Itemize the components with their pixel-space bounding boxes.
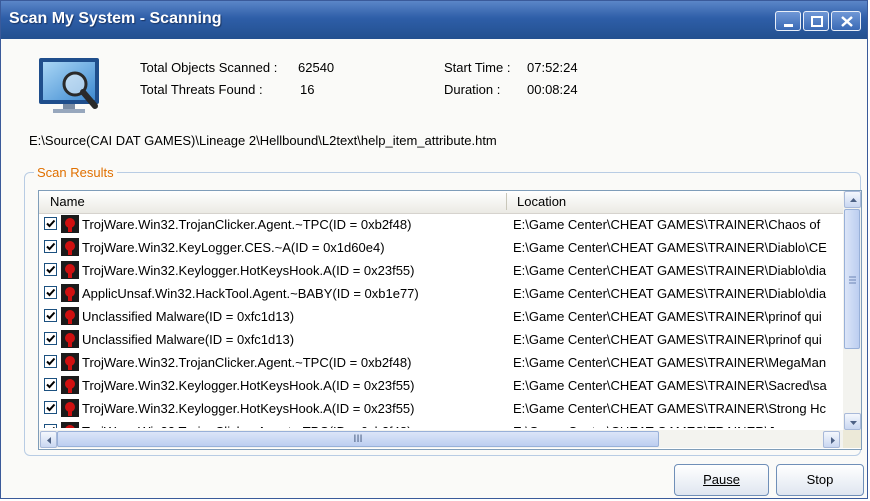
scan-results-list[interactable]: Name Location TrojWare.Win32.TrojanClick… bbox=[38, 190, 862, 450]
checkbox-checked-icon[interactable] bbox=[44, 309, 57, 322]
list-rows: TrojWare.Win32.TrojanClicker.Agent.~TPC(… bbox=[39, 213, 843, 428]
threat-icon bbox=[61, 422, 79, 428]
threat-location: E:\Game Center\CHEAT GAMES\TRAINER\Diabl… bbox=[513, 263, 827, 278]
threat-location: E:\Game Center\CHEAT GAMES\TRAINER\Diabl… bbox=[513, 240, 827, 255]
threat-icon bbox=[61, 215, 79, 233]
list-item[interactable]: TrojWare.Win32.TrojanClicker.Agent.~TPC(… bbox=[39, 420, 843, 428]
list-item[interactable]: TrojWare.Win32.TrojanClicker.Agent.~TPC(… bbox=[39, 351, 843, 374]
checkbox-checked-icon[interactable] bbox=[44, 378, 57, 391]
arrow-right-icon bbox=[831, 437, 835, 444]
window-controls bbox=[775, 11, 861, 31]
threat-location: E:\Game Center\CHEAT GAMES\TRAINER\prino… bbox=[513, 332, 822, 347]
threat-location: E:\Game Center\CHEAT GAMES\TRAINER\Stron… bbox=[513, 401, 827, 416]
objects-scanned-value: 62540 bbox=[298, 60, 335, 75]
list-item[interactable]: Unclassified Malware(ID = 0xfc1d13) E:\Ga… bbox=[39, 305, 843, 328]
threat-icon bbox=[61, 353, 79, 371]
threat-location: E:\Game Center\CHEAT GAMES\TRAINER\Sacre… bbox=[513, 378, 827, 393]
arrow-down-icon bbox=[850, 421, 857, 425]
threat-icon bbox=[61, 330, 79, 348]
start-time-label: Start Time : bbox=[444, 60, 511, 75]
checkbox-checked-icon[interactable] bbox=[44, 401, 57, 414]
vertical-scrollbar[interactable] bbox=[843, 191, 861, 430]
stop-button-label: Stop bbox=[806, 472, 834, 487]
current-scan-path: E:\Source(CAI DAT GAMES)\Lineage 2\Hellb… bbox=[29, 133, 497, 148]
list-item[interactable]: TrojWare.Win32.Keylogger.HotKeysHook.A(I… bbox=[39, 397, 843, 420]
maximize-button[interactable] bbox=[803, 11, 829, 31]
threat-location: E:\Game Center\CHEAT GAMES\TRAINER\MegaM… bbox=[513, 355, 827, 370]
list-item[interactable]: TrojWare.Win32.Keylogger.HotKeysHook.A(I… bbox=[39, 259, 843, 282]
horizontal-scroll-thumb[interactable]: III bbox=[57, 431, 659, 447]
threat-icon bbox=[61, 399, 79, 417]
threat-name: TrojWare.Win32.KeyLogger.CES.~A(ID = 0x1… bbox=[82, 240, 385, 255]
monitor-magnifier-icon bbox=[39, 58, 99, 113]
scroll-up-button[interactable] bbox=[844, 191, 861, 208]
threat-location: E:\Game Center\CHEAT GAMES\TRAINER\prino… bbox=[513, 309, 822, 324]
threat-name: TrojWare.Win32.Keylogger.HotKeysHook.A(I… bbox=[82, 378, 415, 393]
arrow-left-icon bbox=[47, 437, 51, 444]
threat-location: E:\Game Center\CHEAT GAMES\TRAINER\Chaos… bbox=[513, 217, 821, 232]
threat-name: TrojWare.Win32.Keylogger.HotKeysHook.A(I… bbox=[82, 401, 415, 416]
threat-name: TrojWare.Win32.TrojanClicker.Agent.~TPC(… bbox=[82, 424, 411, 428]
close-button[interactable] bbox=[831, 11, 861, 31]
checkbox-checked-icon[interactable] bbox=[44, 217, 57, 230]
checkbox-checked-icon[interactable] bbox=[44, 240, 57, 253]
threat-name: TrojWare.Win32.Keylogger.HotKeysHook.A(I… bbox=[82, 263, 415, 278]
maximize-icon bbox=[811, 16, 823, 27]
scan-window: Scan My System - Scanning Total Objects … bbox=[0, 0, 868, 499]
threat-icon bbox=[61, 307, 79, 325]
horizontal-scrollbar[interactable]: III bbox=[39, 430, 843, 448]
grip-icon bbox=[849, 276, 856, 284]
checkbox-checked-icon[interactable] bbox=[44, 424, 57, 428]
pause-button[interactable]: Pause bbox=[674, 464, 769, 496]
list-item[interactable]: ApplicUnsaf.Win32.HackTool.Agent.~BABY(I… bbox=[39, 282, 843, 305]
column-divider[interactable] bbox=[506, 193, 507, 210]
threat-icon bbox=[61, 261, 79, 279]
scroll-down-button[interactable] bbox=[844, 413, 861, 430]
list-header: Name Location bbox=[39, 191, 843, 214]
threat-location: E:\Game Center\CHEAT GAMES\TRAINER\Diabl… bbox=[513, 286, 827, 301]
list-item[interactable]: TrojWare.Win32.Keylogger.HotKeysHook.A(I… bbox=[39, 374, 843, 397]
list-item[interactable]: Unclassified Malware(ID = 0xfc1d13) E:\Ga… bbox=[39, 328, 843, 351]
column-name-header[interactable]: Name bbox=[50, 194, 85, 209]
checkbox-checked-icon[interactable] bbox=[44, 286, 57, 299]
minimize-button[interactable] bbox=[775, 11, 801, 31]
threats-found-value: 16 bbox=[300, 82, 315, 97]
pause-button-label: Pause bbox=[703, 472, 740, 487]
close-icon bbox=[841, 16, 853, 27]
column-location-header[interactable]: Location bbox=[517, 194, 566, 209]
duration-value: 00:08:24 bbox=[527, 82, 578, 97]
arrow-up-icon bbox=[850, 198, 857, 202]
scan-results-label: Scan Results bbox=[34, 165, 117, 180]
scrollbar-corner bbox=[843, 430, 861, 448]
checkbox-checked-icon[interactable] bbox=[44, 332, 57, 345]
threat-name: Unclassified Malware(ID = 0xfc1d13) bbox=[82, 309, 295, 324]
threat-icon bbox=[61, 284, 79, 302]
vertical-scroll-thumb[interactable] bbox=[844, 209, 860, 349]
start-time-value: 07:52:24 bbox=[527, 60, 578, 75]
threat-icon bbox=[61, 376, 79, 394]
window-title: Scan My System - Scanning bbox=[9, 10, 222, 27]
title-bar[interactable]: Scan My System - Scanning bbox=[1, 1, 867, 39]
stop-button[interactable]: Stop bbox=[776, 464, 864, 496]
checkbox-checked-icon[interactable] bbox=[44, 355, 57, 368]
objects-scanned-label: Total Objects Scanned : bbox=[140, 60, 278, 75]
scroll-left-button[interactable] bbox=[40, 431, 57, 448]
threat-location: E:\Game Center\CHEAT GAMES\TRAINER\Ju bbox=[513, 424, 839, 428]
threat-name: TrojWare.Win32.TrojanClicker.Agent.~TPC(… bbox=[82, 355, 412, 370]
minimize-icon bbox=[784, 24, 793, 27]
scroll-right-button[interactable] bbox=[823, 431, 840, 448]
threat-name: TrojWare.Win32.TrojanClicker.Agent.~TPC(… bbox=[82, 217, 412, 232]
window-client: Total Objects Scanned : 62540 Total Thre… bbox=[1, 39, 867, 498]
threat-name: Unclassified Malware(ID = 0xfc1d13) bbox=[82, 332, 295, 347]
threats-found-label: Total Threats Found : bbox=[140, 82, 263, 97]
threat-name: ApplicUnsaf.Win32.HackTool.Agent.~BABY(I… bbox=[82, 286, 419, 301]
duration-label: Duration : bbox=[444, 82, 501, 97]
threat-icon bbox=[61, 238, 79, 256]
list-item[interactable]: TrojWare.Win32.TrojanClicker.Agent.~TPC(… bbox=[39, 213, 843, 236]
list-item[interactable]: TrojWare.Win32.KeyLogger.CES.~A(ID = 0x1… bbox=[39, 236, 843, 259]
checkbox-checked-icon[interactable] bbox=[44, 263, 57, 276]
